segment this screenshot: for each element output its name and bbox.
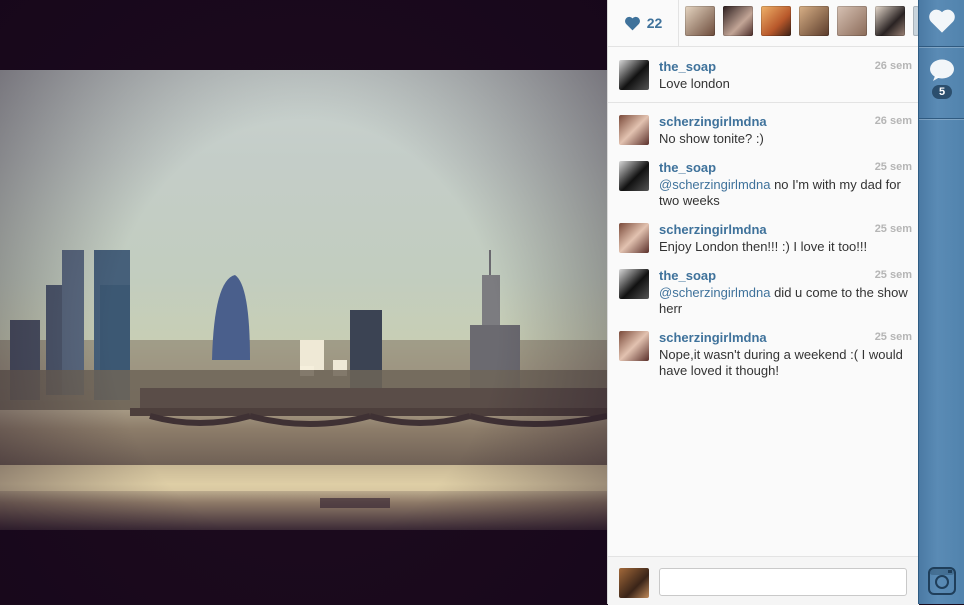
comments-panel: 22 the_soap 26 sem Love london scherzing… [607,0,919,605]
liker-avatar[interactable] [799,6,829,36]
comment-count-badge: 5 [931,85,953,99]
current-user-avatar [619,568,649,598]
action-rail: 5 [918,0,964,604]
likers-list [685,6,919,36]
comment-username[interactable]: the_soap [659,160,716,175]
comment-username[interactable]: scherzingirlmdna [659,114,767,129]
mention-link[interactable]: @scherzingirlmdna [659,177,770,192]
comment-text: @scherzingirlmdna no I'm with my dad for… [659,177,909,209]
avatar[interactable] [619,223,649,253]
heart-icon [929,9,955,33]
camera-icon [928,567,956,595]
comment-text: Love london [659,76,730,91]
avatar[interactable] [619,60,649,90]
like-button[interactable] [919,8,964,34]
comment-time: 25 sem [874,161,912,173]
comment-username[interactable]: scherzingirlmdna [659,222,767,237]
avatar[interactable] [619,331,649,361]
comment-icon [930,59,954,81]
likes-bar: 22 [608,0,919,47]
comment-username[interactable]: the_soap [659,268,716,283]
liker-avatar[interactable] [837,6,867,36]
avatar[interactable] [619,115,649,145]
comment-username[interactable]: scherzingirlmdna [659,330,767,345]
avatar[interactable] [619,269,649,299]
comment-username[interactable]: the_soap [659,59,716,74]
comment-input[interactable] [659,568,907,596]
comment-composer [608,556,919,605]
comment-text: Enjoy London then!!! :) I love it too!!! [659,239,868,254]
heart-icon [624,16,640,30]
comment-text: @scherzingirlmdna did u come to the show… [659,285,909,317]
instagram-home-button[interactable] [919,567,964,595]
liker-avatar[interactable] [875,6,905,36]
mention-link[interactable]: @scherzingirlmdna [659,285,770,300]
like-count-button[interactable]: 22 [608,0,679,46]
divider [608,102,919,103]
comment-text: No show tonite? :) [659,131,764,146]
comment-time: 25 sem [874,269,912,281]
comment-time: 26 sem [874,115,912,127]
comment-time: 25 sem [874,331,912,343]
comment-button[interactable]: 5 [919,58,964,99]
comment-text: Nope,it wasn't during a weekend :( I wou… [659,347,903,378]
comment-time: 25 sem [874,223,912,235]
comment-time: 26 sem [874,60,912,72]
liker-avatar[interactable] [685,6,715,36]
like-count: 22 [646,15,663,31]
liker-avatar[interactable] [761,6,791,36]
liker-avatar[interactable] [723,6,753,36]
post-photo [0,0,607,604]
avatar[interactable] [619,161,649,191]
